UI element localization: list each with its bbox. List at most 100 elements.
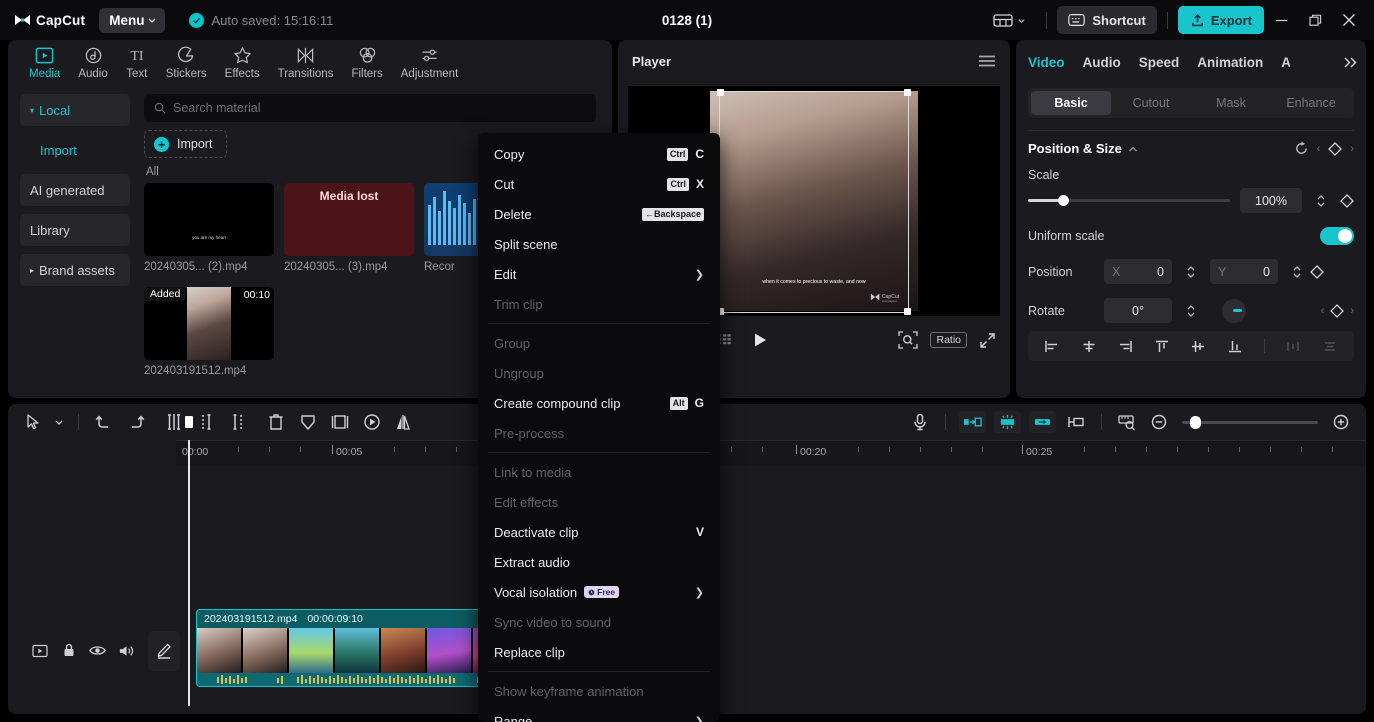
tab-audio[interactable]: Audio	[69, 40, 116, 80]
menu-item-edit[interactable]: Edit ❯	[478, 259, 720, 289]
tab-speed[interactable]: Speed	[1139, 55, 1180, 70]
rotate-keyframe-icon[interactable]	[1330, 304, 1344, 318]
distribute-vertical-icon[interactable]	[1322, 339, 1338, 354]
align-center-vertical-icon[interactable]	[1190, 339, 1206, 354]
selection-box[interactable]	[720, 92, 908, 312]
trim-right-icon[interactable]	[223, 408, 253, 436]
lock-icon[interactable]	[59, 641, 78, 660]
align-bottom-icon[interactable]	[1227, 339, 1243, 354]
media-item[interactable]: you are my heart 20240305... (2).mp4	[144, 183, 274, 273]
rotate-stepper[interactable]	[1182, 298, 1200, 323]
auto-cut-in-icon[interactable]	[959, 411, 986, 433]
position-y-field[interactable]: Y 0	[1210, 259, 1278, 284]
resize-handle-tl[interactable]	[717, 89, 724, 96]
eye-icon[interactable]	[88, 641, 107, 660]
chevron-double-right-icon[interactable]	[1343, 56, 1358, 69]
maximize-button[interactable]	[1298, 5, 1332, 35]
menu-button[interactable]: Menu	[99, 8, 165, 33]
playhead[interactable]	[188, 440, 190, 706]
sidebar-item-ai-generated[interactable]: AI generated	[20, 174, 130, 206]
microphone-icon[interactable]	[905, 408, 935, 436]
subtab-cutout[interactable]: Cutout	[1111, 91, 1191, 115]
search-material-field[interactable]: Search material	[144, 94, 596, 122]
tab-adjustment-clipped[interactable]: A	[1281, 55, 1290, 70]
reset-icon[interactable]	[1294, 141, 1309, 156]
rotate-value-field[interactable]: 0°	[1104, 298, 1172, 323]
tab-transitions[interactable]: Transitions	[269, 40, 343, 80]
sidebar-item-library[interactable]: Library	[20, 214, 130, 246]
scale-keyframe-icon[interactable]	[1340, 194, 1354, 208]
tab-text[interactable]: TI Text	[117, 40, 157, 80]
uniform-scale-toggle[interactable]	[1320, 227, 1354, 245]
resize-handle-tr[interactable]	[904, 89, 911, 96]
redo-icon[interactable]	[121, 408, 151, 436]
media-thumbnail-added[interactable]: Added 00:10	[144, 287, 274, 360]
rotate-dial[interactable]	[1222, 299, 1246, 323]
keyframe-prev-icon[interactable]: ‹	[1321, 305, 1325, 317]
subtab-mask[interactable]: Mask	[1191, 91, 1271, 115]
keyframe-prev-icon[interactable]: ‹	[1317, 143, 1321, 155]
tool-dropdown-icon[interactable]	[50, 408, 68, 436]
menu-item-split-scene[interactable]: Split scene	[478, 229, 720, 259]
distribute-horizontal-icon[interactable]	[1285, 339, 1301, 354]
shortcut-button[interactable]: Shortcut	[1057, 6, 1156, 34]
snap-icon[interactable]	[1112, 408, 1142, 436]
tab-audio[interactable]: Audio	[1083, 55, 1121, 70]
menu-item-range[interactable]: Range ❯	[478, 706, 720, 722]
tab-media[interactable]: Media	[20, 40, 69, 80]
menu-item-vocal-isolation[interactable]: Vocal isolation Free ❯	[478, 577, 720, 607]
tab-filters[interactable]: Filters	[342, 40, 391, 80]
scale-value-field[interactable]: 100%	[1240, 188, 1302, 213]
tab-animation[interactable]: Animation	[1197, 55, 1263, 70]
minimize-button[interactable]	[1264, 5, 1298, 35]
clip-context-menu[interactable]: Copy Ctrl C Cut Ctrl X Delete ←Backspace…	[478, 133, 720, 722]
tab-stickers[interactable]: Stickers	[157, 40, 216, 80]
freeze-icon[interactable]	[357, 408, 387, 436]
align-right-icon[interactable]	[1117, 339, 1133, 354]
tab-adjustment[interactable]: Adjustment	[392, 40, 468, 80]
resize-handle-br[interactable]	[904, 308, 911, 315]
auto-cut-icon[interactable]	[994, 411, 1021, 433]
volume-icon[interactable]	[117, 641, 136, 660]
track-preview-icon[interactable]	[30, 641, 49, 660]
zoom-out-icon[interactable]	[1144, 408, 1174, 436]
magnify-icon[interactable]	[898, 331, 918, 349]
position-keyframe-icon[interactable]	[1310, 265, 1324, 279]
sidebar-item-brand-assets[interactable]: ▸ Brand assets	[20, 254, 130, 286]
keyframe-next-icon[interactable]: ›	[1350, 305, 1354, 317]
subtab-basic[interactable]: Basic	[1031, 91, 1111, 115]
menu-item-replace-clip[interactable]: Replace clip	[478, 637, 720, 667]
sidebar-item-import[interactable]: Import	[20, 134, 130, 166]
media-item[interactable]: Added 00:10 202403191512.mp4	[144, 287, 274, 377]
edit-clip-button[interactable]	[148, 631, 180, 671]
select-tool-icon[interactable]	[18, 408, 48, 436]
auto-cut-out-icon[interactable]	[1029, 411, 1056, 433]
import-button[interactable]: + Import	[144, 130, 227, 158]
timeline-zoom-slider[interactable]	[1182, 421, 1318, 424]
scale-stepper[interactable]	[1312, 188, 1330, 213]
export-button[interactable]: Export	[1178, 6, 1264, 34]
mask-icon[interactable]	[293, 408, 323, 436]
keyframe-diamond-icon[interactable]	[1328, 142, 1342, 156]
ratio-button[interactable]: Ratio	[930, 332, 967, 348]
sidebar-item-local[interactable]: ▾ Local	[20, 94, 130, 126]
menu-item-extract-audio[interactable]: Extract audio	[478, 547, 720, 577]
media-item[interactable]: Media lost 20240305... (3).mp4	[284, 183, 414, 273]
menu-item-cut[interactable]: Cut Ctrl X	[478, 169, 720, 199]
fullscreen-icon[interactable]	[979, 332, 996, 349]
keyframe-next-icon[interactable]: ›	[1350, 143, 1354, 155]
position-y-stepper[interactable]	[1288, 259, 1306, 284]
tab-video[interactable]: Video	[1028, 55, 1065, 70]
close-button[interactable]	[1332, 5, 1366, 35]
align-left-icon[interactable]	[1044, 339, 1060, 354]
align-center-horizontal-icon[interactable]	[1081, 339, 1097, 354]
undo-icon[interactable]	[89, 408, 119, 436]
layout-button[interactable]	[983, 6, 1036, 34]
menu-item-copy[interactable]: Copy Ctrl C	[478, 139, 720, 169]
delete-icon[interactable]	[261, 408, 291, 436]
trim-left-icon[interactable]	[191, 408, 221, 436]
timeline-ruler[interactable]: 00:00 00:05 00:15 00:20 00:25	[176, 440, 1366, 466]
caret-up-icon[interactable]	[1128, 145, 1138, 153]
menu-item-delete[interactable]: Delete ←Backspace	[478, 199, 720, 229]
tab-effects[interactable]: Effects	[216, 40, 269, 80]
